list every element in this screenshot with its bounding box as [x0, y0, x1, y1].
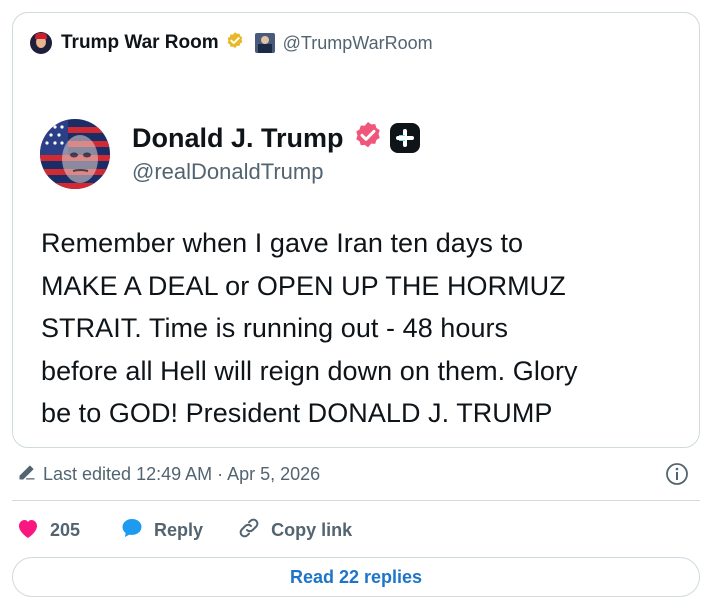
- author-name[interactable]: Donald J. Trump: [132, 123, 344, 154]
- copy-link-label: Copy link: [271, 519, 353, 540]
- quoted-author: Donald J. Trump @realDonaldTrump: [40, 119, 420, 189]
- info-icon[interactable]: [665, 462, 689, 491]
- heart-icon: [16, 517, 40, 544]
- post-line: MAKE A DEAL or OPEN UP THE HORMUZ: [41, 270, 566, 301]
- plus-icon: [389, 123, 420, 153]
- pink-verified-badge-icon: [352, 120, 384, 157]
- reply-button[interactable]: Reply: [120, 516, 203, 545]
- header-handle[interactable]: @TrumpWarRoom: [283, 33, 433, 54]
- gold-verified-badge-icon: [225, 31, 245, 56]
- read-replies-button[interactable]: Read 22 replies: [12, 557, 700, 597]
- post-line: before all Hell will reign down on them.…: [41, 355, 578, 386]
- last-edited-text[interactable]: Last edited 12:49 AM · Apr 5, 2026: [43, 464, 320, 485]
- affiliate-thumbnail: [254, 33, 275, 53]
- reply-label: Reply: [154, 519, 204, 540]
- copy-link-button[interactable]: Copy link: [237, 516, 352, 545]
- action-bar: 205 Reply Copy link: [16, 514, 352, 546]
- post-line: be to GOD! President DONALD J. TRUMP: [41, 398, 553, 428]
- header-name[interactable]: Trump War Room: [61, 32, 219, 54]
- link-icon: [237, 516, 261, 545]
- divider: [12, 500, 700, 501]
- header: Trump War Room @TrumpWarRoom: [30, 30, 433, 56]
- war-room-avatar[interactable]: [30, 32, 52, 54]
- post-line: Remember when I gave Iran ten days to: [41, 228, 524, 258]
- post-line: STRAIT. Time is running out - 48 hours: [41, 313, 509, 343]
- post-body: Remember when I gave Iran ten days to MA…: [41, 222, 686, 435]
- trump-avatar[interactable]: [40, 119, 110, 189]
- post-meta: Last edited 12:49 AM · Apr 5, 2026: [17, 458, 699, 490]
- speech-bubble-icon: [120, 516, 144, 545]
- pencil-icon: [17, 462, 37, 487]
- author-handle[interactable]: @realDonaldTrump: [132, 159, 420, 185]
- like-button[interactable]: 205: [16, 517, 80, 544]
- like-count: 205: [50, 519, 81, 540]
